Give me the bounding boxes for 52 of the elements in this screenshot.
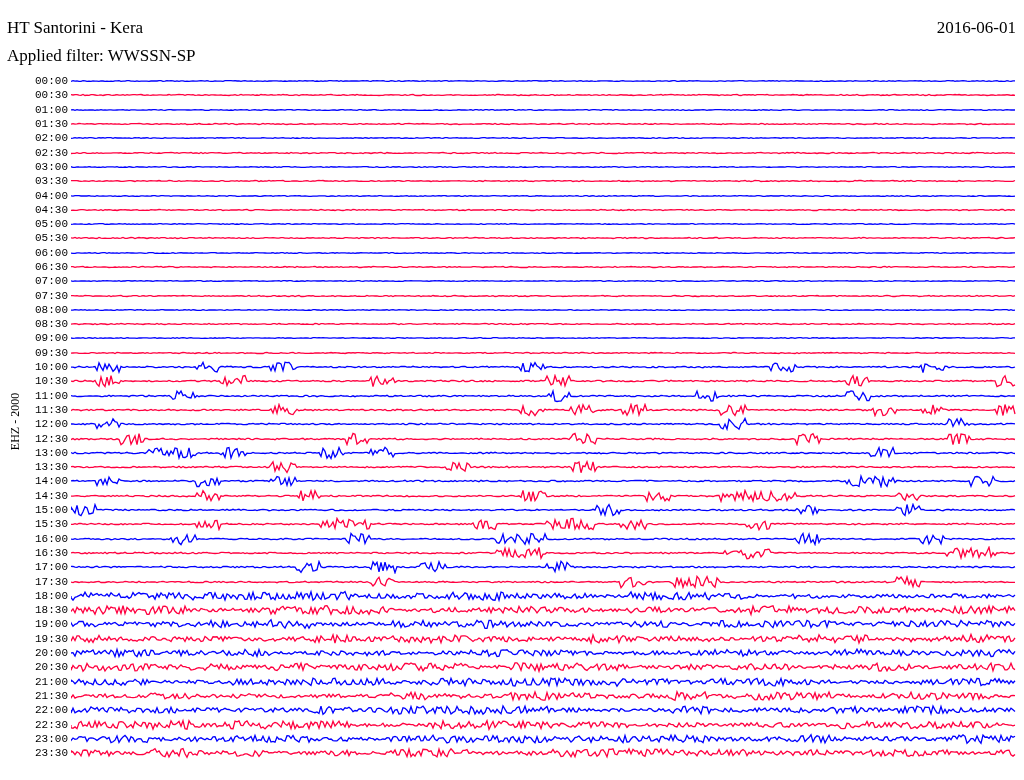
time-label: 12:00: [34, 418, 69, 431]
time-label: 18:30: [34, 604, 69, 617]
time-label: 15:00: [34, 504, 69, 517]
time-label: 17:00: [34, 561, 69, 574]
time-label: 01:30: [34, 118, 69, 131]
time-label: 02:00: [34, 132, 69, 145]
time-label: 19:00: [34, 618, 69, 631]
time-label: 11:00: [34, 389, 69, 402]
time-label: 09:00: [34, 332, 69, 345]
date-label: 2016-06-01: [936, 18, 1016, 38]
time-label: 10:00: [34, 361, 69, 374]
time-label: 16:30: [34, 546, 69, 559]
time-label: 09:30: [34, 346, 69, 359]
time-label: 04:00: [34, 189, 69, 202]
time-label: 19:30: [34, 632, 69, 645]
time-label: 01:00: [34, 103, 69, 116]
time-label: 08:30: [34, 318, 69, 331]
time-label: 13:30: [34, 461, 69, 474]
time-label: 20:00: [34, 647, 69, 659]
time-label: 12:30: [34, 432, 69, 445]
time-label: 08:00: [34, 303, 69, 316]
time-label: 14:00: [34, 475, 69, 488]
time-label: 00:30: [34, 89, 69, 102]
time-label: 04:30: [34, 203, 69, 216]
time-label: 14:30: [34, 489, 69, 502]
time-label: 15:30: [34, 518, 69, 531]
time-label: 23:30: [34, 747, 69, 760]
time-label: 18:00: [34, 589, 69, 602]
time-label: 07:00: [34, 275, 69, 288]
time-label: 22:00: [34, 704, 69, 717]
time-label: 06:30: [34, 261, 69, 273]
time-label: 05:00: [34, 218, 69, 231]
time-label: 05:30: [34, 232, 69, 245]
time-label: 21:00: [34, 675, 69, 688]
station-title: HT Santorini - Kera: [7, 18, 144, 38]
time-label: 03:30: [34, 175, 69, 188]
time-label: 21:30: [34, 689, 69, 702]
filter-label: Applied filter: WWSSN-SP: [7, 46, 196, 66]
time-label: 13:00: [34, 446, 69, 459]
time-label: 22:30: [34, 718, 69, 731]
time-label: 17:30: [34, 575, 69, 588]
time-label: 16:00: [34, 532, 69, 545]
time-label: 11:30: [34, 403, 69, 416]
time-label: 07:30: [34, 289, 69, 302]
time-label: 10:30: [34, 375, 69, 388]
time-label: 20:30: [34, 661, 69, 674]
time-label: 02:30: [34, 146, 69, 159]
time-label: 00:00: [34, 75, 69, 88]
time-label: 03:00: [34, 160, 69, 173]
channel-label: EHZ - 2000: [7, 391, 23, 452]
time-label: 06:00: [34, 246, 69, 259]
time-label: 23:00: [34, 732, 69, 745]
